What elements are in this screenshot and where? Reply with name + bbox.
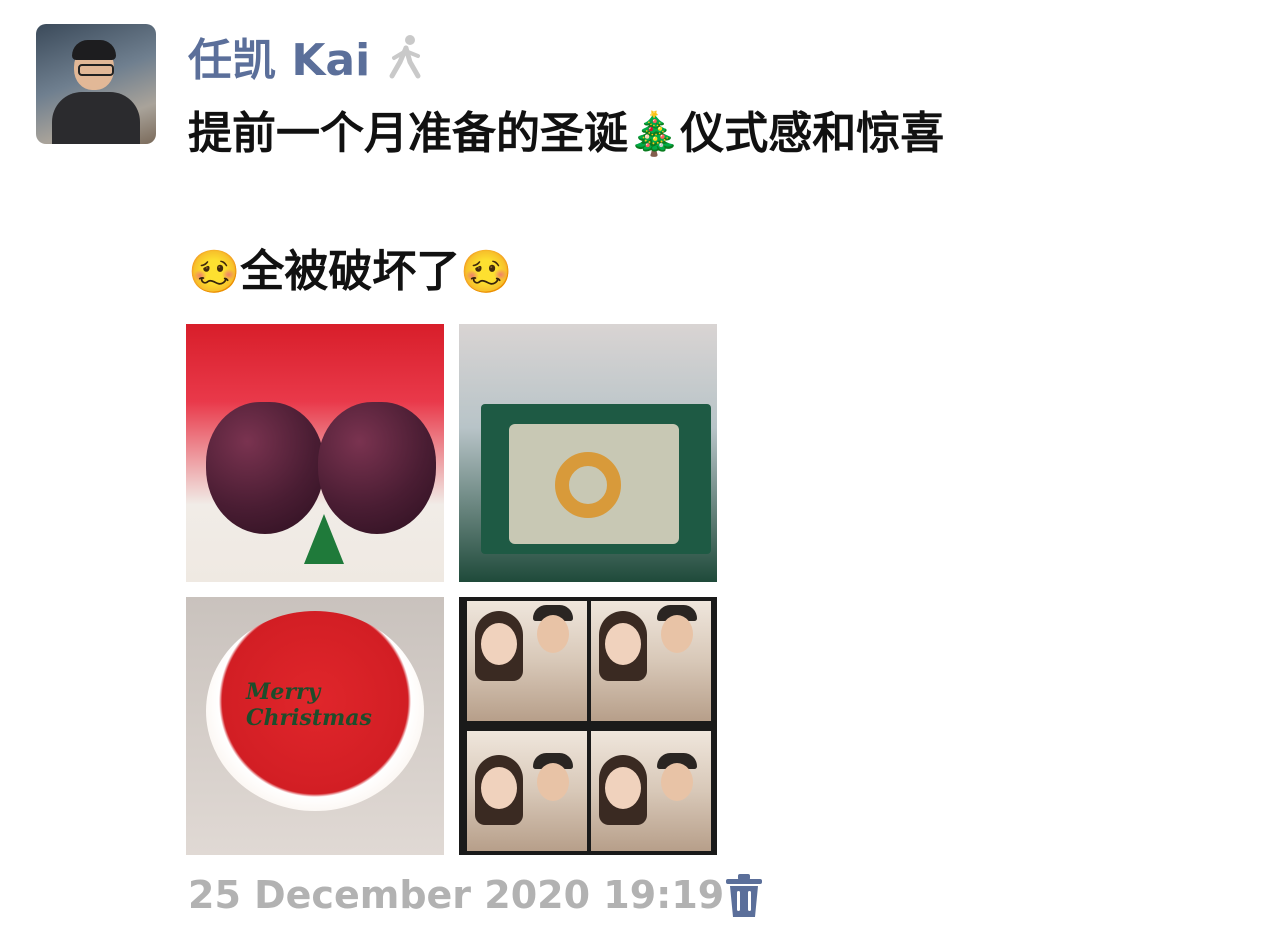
pastry <box>555 452 621 518</box>
person-face <box>661 763 693 801</box>
cake-caption: Merry Christmas <box>246 679 372 731</box>
post-text-part-1: 提前一个月准备的圣诞 <box>188 108 628 159</box>
trash-icon[interactable] <box>724 873 764 919</box>
avatar-glasses <box>78 64 114 76</box>
person-face <box>537 763 569 801</box>
post-text-part-3: 全被破坏了 <box>240 246 461 297</box>
christmas-tree-icon: 🎄 <box>628 109 681 158</box>
person-face <box>481 623 517 665</box>
author-row: 任凯 Kai <box>188 28 428 86</box>
photo-booth-strip[interactable] <box>459 597 717 855</box>
avatar-hair <box>72 40 116 60</box>
person-face <box>481 767 517 809</box>
post-meta: 25 December 2020 19:19 <box>188 868 724 922</box>
post-timestamp: 25 December 2020 19:19 <box>188 873 725 917</box>
post-text-part-2: 仪式感和惊喜 <box>680 108 945 159</box>
post-text-line-2: 🥴全被破坏了🥴 <box>188 238 513 306</box>
person-face <box>537 615 569 653</box>
post-text-line-1: 提前一个月准备的圣诞🎄仪式感和惊喜 <box>188 100 944 168</box>
avatar-body <box>52 92 140 144</box>
walking-person-icon <box>389 35 421 79</box>
christmas-tree-icon <box>304 514 344 564</box>
person-face <box>605 767 641 809</box>
dizzy-face-icon: 🥴 <box>460 247 513 296</box>
author-avatar[interactable] <box>36 24 156 144</box>
photo-gift-box[interactable] <box>459 324 717 582</box>
photo-cake[interactable]: Merry Christmas <box>186 597 444 855</box>
person-face <box>661 615 693 653</box>
person-face <box>605 623 641 665</box>
photo-apples[interactable] <box>186 324 444 582</box>
dizzy-face-icon: 🥴 <box>188 247 241 296</box>
author-name[interactable]: 任凯 Kai <box>188 24 370 88</box>
